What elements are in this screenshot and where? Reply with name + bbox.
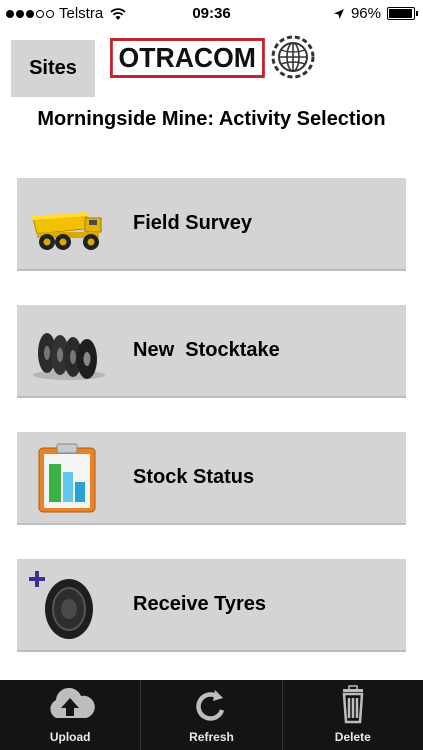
activity-label: New Stocktake xyxy=(133,339,280,361)
sites-button[interactable]: Sites xyxy=(11,40,95,97)
logo-wordmark: OTRACOM xyxy=(110,38,265,78)
battery-icon xyxy=(387,7,418,20)
activity-label: Receive Tyres xyxy=(133,593,267,615)
delete-label: Delete xyxy=(334,730,371,744)
location-arrow-icon xyxy=(333,8,344,19)
stock-status-button[interactable]: Stock Status xyxy=(17,432,406,523)
upload-button[interactable]: Upload xyxy=(0,680,142,750)
tyre-stack-icon xyxy=(33,333,105,380)
tyre-plus-icon xyxy=(29,571,93,639)
otracom-logo: OTRACOM xyxy=(110,34,315,82)
status-bar: Telstra 09:36 96% xyxy=(0,0,423,28)
upload-label: Upload xyxy=(49,730,91,744)
refresh-icon xyxy=(196,690,225,721)
trash-icon xyxy=(342,685,364,724)
battery-percent: 96% xyxy=(350,5,381,22)
delete-button[interactable]: Delete xyxy=(283,680,423,750)
bottom-toolbar: Upload Refresh Delete xyxy=(0,680,423,750)
activity-label: Field Survey xyxy=(133,212,252,234)
refresh-label: Refresh xyxy=(189,730,234,744)
clipboard-chart-icon xyxy=(38,443,96,513)
activity-label: Stock Status xyxy=(133,466,255,488)
dump-truck-icon xyxy=(31,212,102,250)
globe-gear-icon xyxy=(271,35,315,79)
battery-group: 96% xyxy=(333,5,418,22)
new-stocktake-button[interactable]: New Stocktake xyxy=(17,305,406,396)
cloud-upload-icon xyxy=(50,687,95,718)
refresh-button[interactable]: Refresh xyxy=(141,680,283,750)
receive-tyres-button[interactable]: Receive Tyres xyxy=(17,559,406,650)
page-title: Morningside Mine: Activity Selection xyxy=(37,108,386,130)
field-survey-button[interactable]: Field Survey xyxy=(17,178,406,269)
